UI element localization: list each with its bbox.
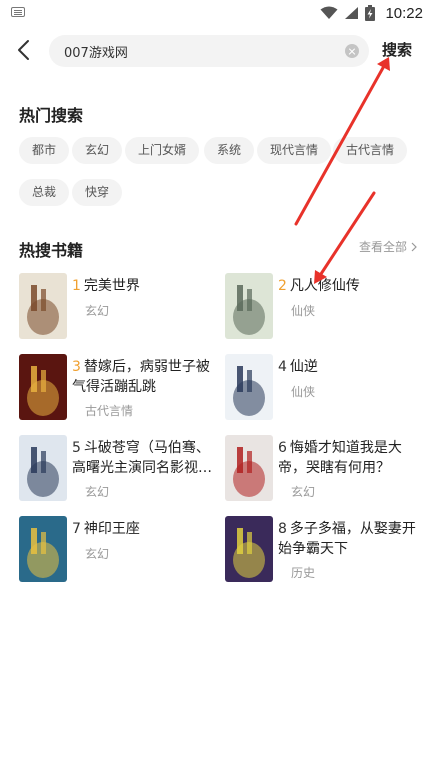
book-cover [19, 435, 67, 501]
book-cover [19, 516, 67, 582]
book-genre: 玄幻 [85, 304, 110, 318]
tag-kuaichuan[interactable]: 快穿 [72, 179, 123, 206]
book-item[interactable]: 2 凡人修仙传 仙侠 [225, 273, 425, 341]
annotation-arrow-book [317, 191, 376, 279]
search-input[interactable] [64, 35, 334, 67]
book-title-text: 悔婚才知道我是大帝，哭瞎有何用？ [278, 440, 402, 476]
book-rank: 6 [278, 440, 287, 456]
book-item[interactable]: 6 悔婚才知道我是大帝，哭瞎有何用？ 玄幻 [225, 435, 425, 503]
view-all-label: 查看全部 [359, 240, 408, 254]
book-title: 2 凡人修仙传 [278, 276, 418, 296]
book-genre: 玄幻 [291, 485, 316, 499]
book-genre: 玄幻 [85, 485, 110, 499]
book-title-text: 多子多福，从娶妻开始争霸天下 [278, 521, 416, 557]
signal-icon [345, 7, 359, 19]
book-cover [225, 516, 273, 582]
book-cover [225, 273, 273, 339]
book-genre: 历史 [291, 566, 316, 580]
status-time: 10:22 [385, 4, 423, 22]
book-genre: 仙侠 [291, 385, 316, 399]
search-button[interactable]: 搜索 [382, 39, 412, 60]
book-title-text: 仙逆 [289, 359, 318, 375]
book-item[interactable]: 7 神印王座 玄幻 [19, 516, 219, 584]
battery-charging-icon [365, 5, 376, 21]
book-title-text: 替嫁后，病弱世子被气得活蹦乱跳 [72, 359, 210, 395]
wifi-icon [320, 6, 338, 19]
tag-xuanhuan[interactable]: 玄幻 [72, 137, 123, 164]
book-genre: 古代言情 [85, 404, 134, 418]
book-cover [19, 354, 67, 420]
book-rank: 5 [72, 440, 81, 456]
book-cover [19, 273, 67, 339]
book-title: 6 悔婚才知道我是大帝，哭瞎有何用？ [278, 438, 418, 478]
book-item[interactable]: 4 仙逆 仙侠 [225, 354, 425, 422]
book-item[interactable]: 5斗破苍穹（马伯骞、高曙光主演同名影视剧原著） 玄幻 [19, 435, 219, 503]
tag-xitong[interactable]: 系统 [204, 137, 255, 164]
book-title-text: 斗破苍穹（马伯骞、高曙光主演同名影视剧原著） [72, 440, 212, 476]
book-title-text: 完美世界 [83, 278, 140, 294]
book-title-text: 凡人修仙传 [289, 278, 360, 294]
book-cover [225, 435, 273, 501]
tag-xiandai-yanqing[interactable]: 现代言情 [257, 137, 332, 164]
book-title: 5斗破苍穹（马伯骞、高曙光主演同名影视剧原著） [72, 438, 212, 478]
search-box[interactable] [49, 35, 369, 67]
back-arrow-icon[interactable] [13, 38, 37, 62]
hot-books-title: 热搜书籍 [19, 241, 84, 260]
book-item[interactable]: 8 多子多福，从娶妻开始争霸天下 历史 [225, 516, 425, 584]
book-rank: 4 [278, 359, 287, 375]
keyboard-icon [11, 7, 25, 17]
book-cover [225, 354, 273, 420]
tag-zongcai[interactable]: 总裁 [19, 179, 70, 206]
search-header: 搜索 [0, 33, 434, 69]
book-rank: 7 [72, 521, 81, 537]
book-title-text: 神印王座 [83, 521, 140, 537]
chevron-right-icon [411, 242, 417, 251]
book-title: 8 多子多福，从娶妻开始争霸天下 [278, 519, 418, 559]
book-rank: 8 [278, 521, 287, 537]
book-item[interactable]: 1 完美世界 玄幻 [19, 273, 219, 341]
book-title: 3 替嫁后，病弱世子被气得活蹦乱跳 [72, 357, 212, 397]
book-title: 4 仙逆 [278, 357, 418, 377]
book-title: 7 神印王座 [72, 519, 212, 539]
book-genre: 仙侠 [291, 304, 316, 318]
book-item[interactable]: 3 替嫁后，病弱世子被气得活蹦乱跳 古代言情 [19, 354, 219, 422]
tag-dushi[interactable]: 都市 [19, 137, 70, 164]
status-icons: 10:22 [320, 0, 434, 26]
book-rank: 2 [278, 278, 287, 294]
book-genre: 玄幻 [85, 547, 110, 561]
tag-shangmen-nvxu[interactable]: 上门女婿 [125, 137, 200, 164]
hot-search-title: 热门搜索 [19, 106, 84, 125]
status-bar: 10:22 [0, 0, 434, 26]
view-all-link[interactable]: 查看全部 [359, 238, 418, 255]
book-rank: 1 [72, 278, 81, 294]
clear-icon[interactable] [345, 44, 359, 58]
book-rank: 3 [72, 359, 81, 375]
tag-gudai-yanqing[interactable]: 古代言情 [333, 137, 408, 164]
book-title: 1 完美世界 [72, 276, 212, 296]
